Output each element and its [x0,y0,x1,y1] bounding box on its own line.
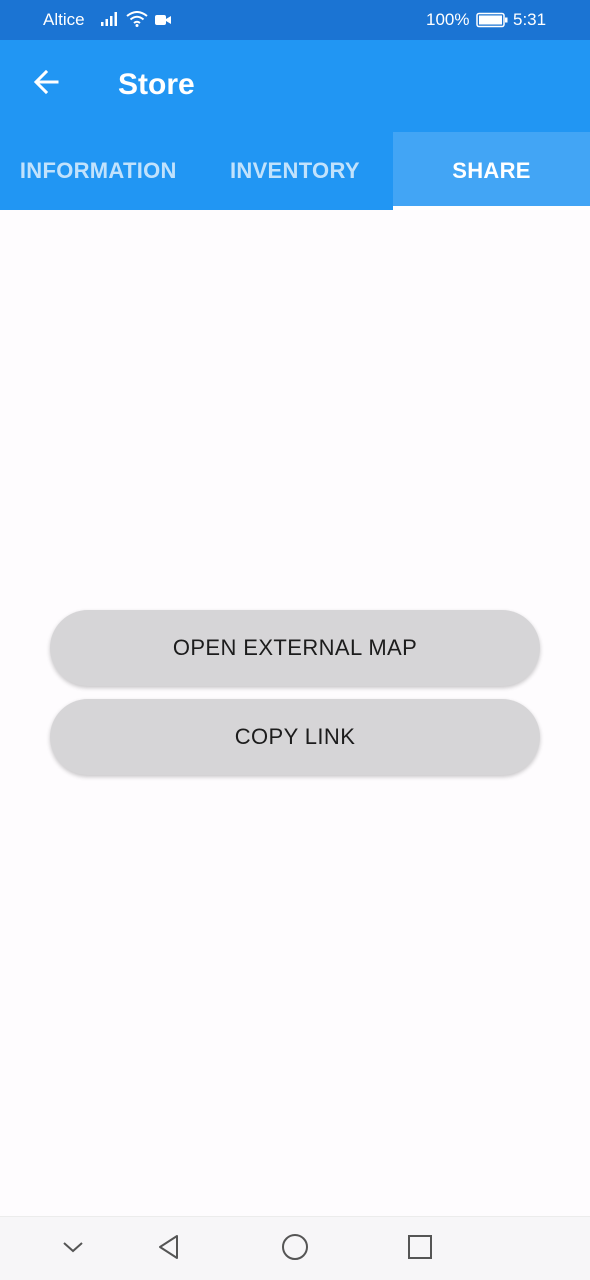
open-external-map-label: OPEN EXTERNAL MAP [172,635,418,660]
app-bar: Store [0,40,590,132]
carrier-name: Altice [43,10,85,29]
tab-share-label: SHARE [452,158,531,183]
open-external-map-button[interactable]: OPEN EXTERNAL MAP [50,610,540,686]
copy-link-button[interactable]: COPY LINK [50,699,540,775]
home-circle-icon [281,1233,309,1266]
copy-link-label: COPY LINK [234,724,356,749]
signal-icon [100,11,120,32]
nav-recents-button[interactable] [400,1229,440,1269]
wifi-icon [126,11,148,32]
page-title: Store [118,68,195,101]
back-triangle-icon [155,1233,183,1266]
hide-nav-button[interactable] [53,1229,93,1269]
nav-home-button[interactable] [275,1229,315,1269]
tab-share[interactable]: SHARE [393,132,590,210]
tab-bar: INFORMATION INVENTORY SHARE [0,132,590,210]
tab-information-label: INFORMATION [19,158,177,183]
tab-inventory[interactable]: INVENTORY [197,132,394,210]
arrow-back-icon [31,67,61,102]
tab-inventory-label: INVENTORY [229,158,360,183]
status-bar: Altice 100% 5:31 [0,0,590,40]
chevron-down-icon [61,1235,85,1264]
video-call-icon [154,12,172,32]
system-icons [100,11,172,32]
nav-back-button[interactable] [149,1229,189,1269]
battery-icon [476,12,508,33]
tab-information[interactable]: INFORMATION [0,132,197,210]
clock: 5:31 [513,10,547,29]
system-nav-bar [0,1216,590,1280]
share-content: OPEN EXTERNAL MAP COPY LINK [0,210,590,1216]
back-button[interactable] [26,62,66,106]
battery-percent: 100% [426,10,470,29]
recents-square-icon [407,1234,433,1265]
